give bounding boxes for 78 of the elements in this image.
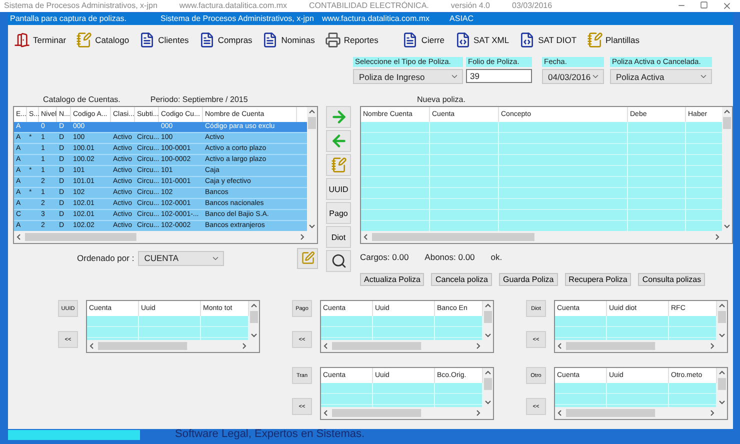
toolbar-button[interactable]: Terminar: [10, 28, 70, 50]
horizontal-scrollbar[interactable]: [321, 407, 483, 419]
toolbar-button[interactable]: Clientes: [135, 28, 193, 50]
notebook-pen-icon: [76, 32, 92, 48]
search-button[interactable]: [326, 250, 351, 272]
edit-button[interactable]: [297, 248, 318, 268]
vertical-scrollbar[interactable]: [249, 301, 259, 352]
code-file-icon: [519, 32, 536, 48]
total-label: Cargos: 0.00: [360, 252, 409, 262]
vertical-scrollbar[interactable]: [717, 368, 727, 419]
toolbar-button[interactable]: Nominas: [258, 28, 319, 50]
toolbar-button[interactable]: SAT XML: [450, 28, 514, 50]
vertical-scrollbar[interactable]: [483, 301, 493, 352]
action-button[interactable]: Actualiza Poliza: [360, 273, 424, 286]
window-title: versión 4.0: [450, 1, 490, 11]
action-button[interactable]: Consulta polizas: [638, 273, 706, 286]
printer-icon: [324, 32, 341, 48]
input-field[interactable]: 39: [466, 69, 532, 83]
sort-dropdown[interactable]: CUENTA: [138, 250, 224, 266]
dialog-title: Pantalla para captura de polizas.: [10, 14, 127, 24]
dropdown[interactable]: Poliza Activa: [610, 69, 712, 84]
horizontal-scrollbar[interactable]: [87, 340, 249, 352]
edit-icon: [300, 251, 314, 265]
window-title: CONTABILIDAD ELECTRÓNICA.: [309, 1, 429, 11]
action-button[interactable]: Recupera Poliza: [564, 273, 632, 286]
dropdown[interactable]: Poliza de Ingreso: [353, 69, 463, 84]
chevron-down-icon: [699, 72, 708, 81]
door-icon: [14, 32, 30, 48]
window-title: Sistema de Procesos Administrativos, x-jpn: [4, 1, 158, 11]
toolbar-button[interactable]: Plantillas: [582, 28, 644, 50]
add-button[interactable]: [326, 106, 351, 128]
document-icon: [139, 32, 156, 48]
slogan: Software Legal, Expertos en Sistemas.: [175, 428, 365, 441]
window-title: 03/03/2016: [512, 1, 552, 11]
toolbar-button[interactable]: Catalogo: [72, 28, 134, 50]
remove-button[interactable]: [326, 130, 351, 152]
code-file-icon: [454, 32, 470, 48]
document-icon: [262, 32, 278, 48]
vertical-scrollbar[interactable]: [717, 301, 727, 352]
notebook-pen-icon: [330, 157, 346, 173]
total-label: ok.: [490, 252, 502, 262]
close-icon[interactable]: [722, 1, 732, 11]
toolbar-button[interactable]: Compras: [194, 28, 256, 50]
right-arrow-icon: [330, 108, 348, 126]
action-button[interactable]: Guarda Poliza: [498, 273, 558, 286]
maximize-icon[interactable]: [700, 1, 708, 9]
vertical-scrollbar[interactable]: [483, 368, 493, 419]
search-icon: [330, 253, 346, 269]
side-button[interactable]: UUID: [326, 178, 351, 200]
side-button[interactable]: Diot: [326, 226, 351, 248]
window-title: www.factura.datalitica.com.mx: [179, 1, 287, 11]
total-label: Abonos: 0.00: [424, 252, 475, 262]
dialog-title: ASIAC: [450, 14, 474, 24]
toolbar-button[interactable]: Cierre: [398, 28, 448, 50]
toolbar-button[interactable]: Reportes: [320, 28, 382, 50]
document-icon: [402, 32, 418, 48]
horizontal-scrollbar[interactable]: [321, 340, 483, 352]
horizontal-scrollbar[interactable]: [361, 231, 722, 243]
document-icon: [198, 32, 215, 48]
horizontal-scrollbar[interactable]: [14, 231, 307, 243]
notebook-pen-icon: [586, 32, 603, 48]
caption: Catalogo de Cuentas.: [43, 95, 120, 105]
vertical-scrollbar[interactable]: [307, 107, 317, 243]
sort-label: Ordenado por :: [77, 253, 134, 263]
toolbar-button[interactable]: SAT DIOT: [515, 28, 581, 50]
horizontal-scrollbar[interactable]: [555, 407, 717, 419]
chevron-down-icon: [591, 72, 600, 81]
note-button[interactable]: [326, 154, 351, 176]
dropdown[interactable]: 04/03/2016: [542, 69, 604, 84]
period-label: Periodo: Septiembre / 2015: [150, 95, 248, 105]
dialog-title: Sistema de Procesos Administrativos, x-jpn: [160, 14, 314, 24]
caption: Nueva poliza.: [417, 95, 466, 105]
chevron-down-icon: [450, 72, 459, 81]
horizontal-scrollbar[interactable]: [555, 340, 717, 352]
side-button[interactable]: Pago: [326, 202, 351, 224]
action-button[interactable]: Cancela poliza: [431, 273, 492, 286]
dialog-title: www.factura.datalitica.com.mx: [322, 14, 430, 24]
vertical-scrollbar[interactable]: [722, 107, 732, 243]
